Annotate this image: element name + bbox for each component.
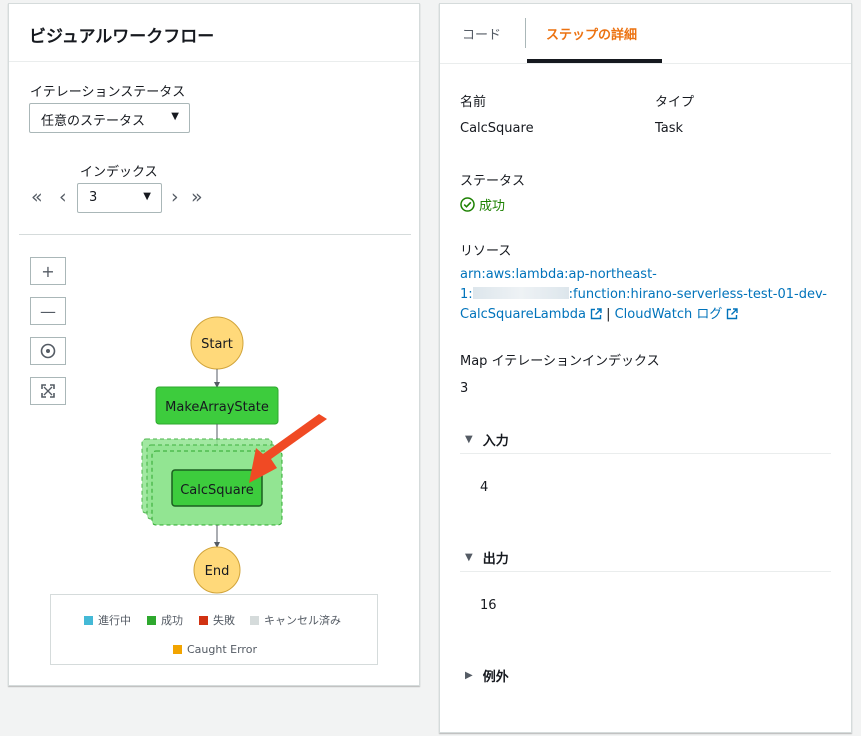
cloudwatch-logs-link[interactable]: CloudWatch ログ — [615, 307, 723, 322]
resource-value: arn:aws:lambda:ap-northeast- 1::function:… — [460, 265, 845, 325]
tab-bar: コード ステップの詳細 — [440, 4, 851, 64]
visual-workflow-panel: ビジュアルワークフロー イテレーションステータス 任意のステータス ▼ インデッ… — [8, 3, 420, 686]
legend-item-succeeded: 成功 — [147, 612, 183, 628]
tab-separator — [525, 18, 526, 48]
link-separator: | — [606, 307, 611, 322]
tab-step-details[interactable]: ステップの詳細 — [546, 24, 637, 43]
check-circle-icon — [460, 197, 475, 212]
workflow-graph: Start MakeArrayState CalcSquare End — [141, 316, 327, 594]
start-node[interactable]: Start — [190, 316, 244, 370]
caret-down-icon: ▼ — [465, 434, 473, 445]
status-label: ステータス — [460, 174, 526, 189]
legend-item-cancelled: キャンセル済み — [250, 612, 341, 628]
divider — [19, 234, 411, 235]
last-page-icon[interactable]: » — [191, 187, 203, 207]
resource-label: リソース — [460, 244, 512, 259]
output-section-toggle[interactable]: ▼ 出力 — [465, 548, 509, 567]
end-node-label: End — [205, 564, 230, 579]
next-page-icon[interactable]: › — [171, 187, 179, 207]
end-node[interactable]: End — [193, 546, 241, 594]
type-value: Task — [655, 121, 684, 136]
iteration-status-select[interactable]: 任意のステータス ▼ — [29, 103, 190, 133]
prev-page-icon[interactable]: ‹ — [59, 187, 67, 207]
tab-code[interactable]: コード — [462, 24, 501, 43]
input-value: 4 — [480, 480, 489, 495]
legend-item-in-progress: 進行中 — [84, 612, 131, 628]
masked-account-id — [472, 287, 569, 299]
step-details-panel: コード ステップの詳細 名前 CalcSquare タイプ Task ステータス… — [439, 3, 852, 733]
start-node-label: Start — [201, 337, 233, 352]
active-tab-indicator — [527, 59, 662, 63]
chevron-down-icon: ▼ — [143, 191, 151, 202]
output-value: 16 — [480, 598, 497, 613]
input-section-toggle[interactable]: ▼ 入力 — [465, 430, 509, 449]
external-link-icon[interactable] — [726, 308, 739, 320]
first-page-icon[interactable]: « — [31, 187, 43, 207]
panel-title: ビジュアルワークフロー — [29, 27, 215, 47]
legend-item-caught-error: Caught Error — [173, 643, 257, 656]
panel-header: ビジュアルワークフロー — [9, 4, 419, 62]
legend-item-failed: 失敗 — [199, 612, 235, 628]
map-index-value: 3 — [460, 381, 469, 396]
exception-section-toggle[interactable]: ▶ 例外 — [465, 666, 509, 685]
index-label: インデックス — [80, 165, 158, 180]
calc-square-node[interactable]: CalcSquare — [171, 469, 263, 507]
name-value: CalcSquare — [460, 121, 534, 136]
iteration-status-label: イテレーションステータス — [30, 85, 186, 100]
divider — [460, 571, 831, 572]
legend: 進行中 成功 失敗 キャンセル済み Caught Error — [50, 594, 378, 665]
map-index-label: Map イテレーションインデックス — [460, 354, 660, 369]
iteration-status-value: 任意のステータス — [41, 114, 146, 129]
caret-down-icon: ▼ — [465, 552, 473, 563]
make-array-node-label: MakeArrayState — [165, 400, 269, 415]
status-value: 成功 — [460, 195, 505, 214]
index-value: 3 — [89, 190, 98, 205]
caret-right-icon: ▶ — [465, 670, 473, 681]
external-link-icon[interactable] — [590, 308, 602, 320]
make-array-node[interactable]: MakeArrayState — [155, 386, 279, 425]
divider — [460, 453, 831, 454]
chevron-down-icon: ▼ — [171, 111, 179, 122]
name-label: 名前 — [460, 95, 487, 110]
type-label: タイプ — [655, 95, 695, 110]
calc-square-node-label: CalcSquare — [180, 483, 254, 498]
index-select[interactable]: 3 ▼ — [77, 183, 162, 213]
